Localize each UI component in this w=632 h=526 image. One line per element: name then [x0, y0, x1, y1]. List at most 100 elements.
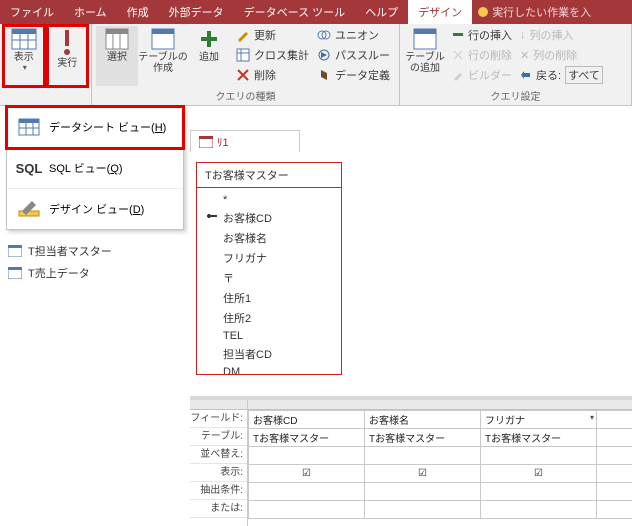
data-definition-button[interactable]: データ定義	[315, 66, 392, 84]
qbe-cell[interactable]	[481, 483, 597, 501]
menu-bar: ファイル ホーム 作成 外部データ データベース ツール ヘルプ デザイン 実行…	[0, 0, 632, 24]
menu-file[interactable]: ファイル	[0, 0, 64, 24]
qbe-cell[interactable]	[365, 483, 481, 501]
field-item[interactable]: フリガナ	[201, 248, 337, 268]
union-button[interactable]: ユニオン	[315, 26, 381, 44]
view-label: 表示	[14, 52, 34, 63]
qbe-cell[interactable]: フリガナ▾	[481, 411, 597, 429]
qbe-cell[interactable]	[597, 429, 632, 447]
update-icon	[236, 28, 250, 42]
qbe-cell[interactable]	[249, 501, 365, 519]
tell-me-search[interactable]: 実行したい作業を入	[472, 0, 597, 24]
qbe-show-check[interactable]: ☐	[597, 465, 632, 483]
qbe-cell[interactable]: Tお客様マスター	[481, 429, 597, 447]
doc-tab[interactable]: ﾘ1	[190, 130, 300, 152]
field-item[interactable]: TEL	[201, 328, 337, 344]
nav-item-label: T売上データ	[28, 265, 90, 281]
qbe-cell[interactable]	[597, 447, 632, 465]
group-query-type-title: クエリの種類	[96, 86, 395, 103]
field-item[interactable]: お客様名	[201, 228, 337, 248]
qbe-cell[interactable]: Tお客様マスター	[365, 429, 481, 447]
menu-create[interactable]: 作成	[117, 0, 159, 24]
qbe-show-check[interactable]: ☑	[365, 465, 481, 483]
datasheet-view-item[interactable]: データシート ビュー(H)	[7, 107, 183, 148]
qbe-cell[interactable]	[365, 447, 481, 465]
group-query-setup-title: クエリ設定	[404, 86, 627, 103]
select-query-label: 選択	[107, 52, 127, 63]
add-table-button[interactable]: テーブル の追加	[404, 26, 446, 86]
menu-home[interactable]: ホーム	[64, 0, 117, 24]
builder-button: ビルダー	[450, 66, 514, 84]
return-icon	[520, 69, 532, 81]
append-button[interactable]: 追加	[188, 26, 230, 86]
add-table-label: テーブル の追加	[405, 52, 444, 74]
table-field-list[interactable]: Tお客様マスター * お客様CD お客様名 フリガナ 〒 住所1 住所2 TEL…	[196, 162, 342, 375]
query-icon	[199, 136, 213, 148]
builder-icon	[452, 69, 464, 81]
qbe-cell[interactable]	[481, 501, 597, 519]
nav-pane: T担当者マスター T売上データ	[4, 240, 144, 284]
qbe-cell[interactable]	[597, 501, 632, 519]
view-button[interactable]: 表示 ▾	[4, 26, 44, 86]
datasheet-view-icon	[17, 117, 41, 137]
make-table-icon	[151, 28, 175, 50]
qbe-cell[interactable]: お客様名	[365, 411, 481, 429]
ribbon: 表示 ▾ 実行 選択 テーブルの 作成 追加	[0, 24, 632, 106]
field-item[interactable]: 〒	[201, 268, 337, 288]
qbe-cell[interactable]	[481, 447, 597, 465]
passthrough-button[interactable]: パススルー	[315, 46, 392, 64]
bulb-icon	[478, 7, 488, 17]
qbe-label-field: フィールド:	[190, 410, 247, 428]
make-table-button[interactable]: テーブルの 作成	[142, 26, 184, 86]
insert-rows-button[interactable]: 行の挿入	[450, 26, 514, 44]
field-item[interactable]: 担当者CD	[201, 344, 337, 364]
insert-cols-button: ↓列の挿入	[518, 26, 576, 44]
field-item[interactable]: 住所1	[201, 288, 337, 308]
qbe-cell[interactable]	[597, 411, 632, 429]
append-label: 追加	[199, 52, 219, 63]
menu-db-tools[interactable]: データベース ツール	[234, 0, 356, 24]
field-star[interactable]: *	[201, 192, 337, 208]
field-item[interactable]: お客様CD	[201, 208, 337, 228]
sql-icon: SQL	[17, 158, 41, 178]
qbe-cell[interactable]: お客様CD	[249, 411, 365, 429]
field-item[interactable]: 住所2	[201, 308, 337, 328]
nav-item-uriage[interactable]: T売上データ	[4, 262, 144, 284]
datasheet-view-label: データシート ビュー(H)	[49, 119, 166, 135]
qbe-cell[interactable]	[249, 447, 365, 465]
union-icon	[317, 28, 331, 42]
menu-design[interactable]: デザイン	[408, 0, 472, 24]
run-button[interactable]: 実行	[48, 26, 88, 86]
menu-help[interactable]: ヘルプ	[355, 0, 408, 24]
sql-view-item[interactable]: SQL SQL ビュー(Q)	[7, 148, 183, 189]
run-icon	[57, 28, 77, 56]
delete-cols-button: ✕列の削除	[518, 46, 579, 64]
chevron-down-icon[interactable]: ▾	[590, 413, 594, 422]
qbe-show-check[interactable]: ☑	[481, 465, 597, 483]
data-def-icon	[317, 68, 331, 82]
return-button[interactable]: 戻る: すべて	[518, 66, 605, 84]
table-icon	[8, 245, 22, 257]
design-view-item[interactable]: デザイン ビュー(D)	[7, 189, 183, 229]
qbe-cell[interactable]	[597, 483, 632, 501]
qbe-cell[interactable]	[249, 483, 365, 501]
group-results-title	[4, 101, 87, 103]
insert-rows-icon	[452, 29, 464, 41]
update-button[interactable]: 更新	[234, 26, 278, 44]
qbe-row-labels: フィールド: テーブル: 並べ替え: 表示: 抽出条件: または:	[190, 400, 248, 526]
select-query-button[interactable]: 選択	[96, 26, 138, 86]
field-item[interactable]: DM	[201, 364, 337, 374]
nav-item-tanto[interactable]: T担当者マスター	[4, 240, 144, 262]
qbe-show-check[interactable]: ☑	[249, 465, 365, 483]
menu-external-data[interactable]: 外部データ	[159, 0, 234, 24]
crosstab-button[interactable]: クロス集計	[234, 46, 311, 64]
design-view-label: デザイン ビュー(D)	[49, 201, 144, 217]
qbe-row-field: お客様CD お客様名 フリガナ▾	[249, 411, 632, 429]
group-query-type: 選択 テーブルの 作成 追加 更新 クロス集計	[92, 24, 400, 105]
qbe-row-or	[249, 501, 632, 519]
qbe-col-selector[interactable]	[248, 400, 632, 410]
qbe-label-sort: 並べ替え:	[190, 446, 247, 464]
delete-button[interactable]: 削除	[234, 66, 278, 84]
qbe-cell[interactable]: Tお客様マスター	[249, 429, 365, 447]
qbe-cell[interactable]	[365, 501, 481, 519]
